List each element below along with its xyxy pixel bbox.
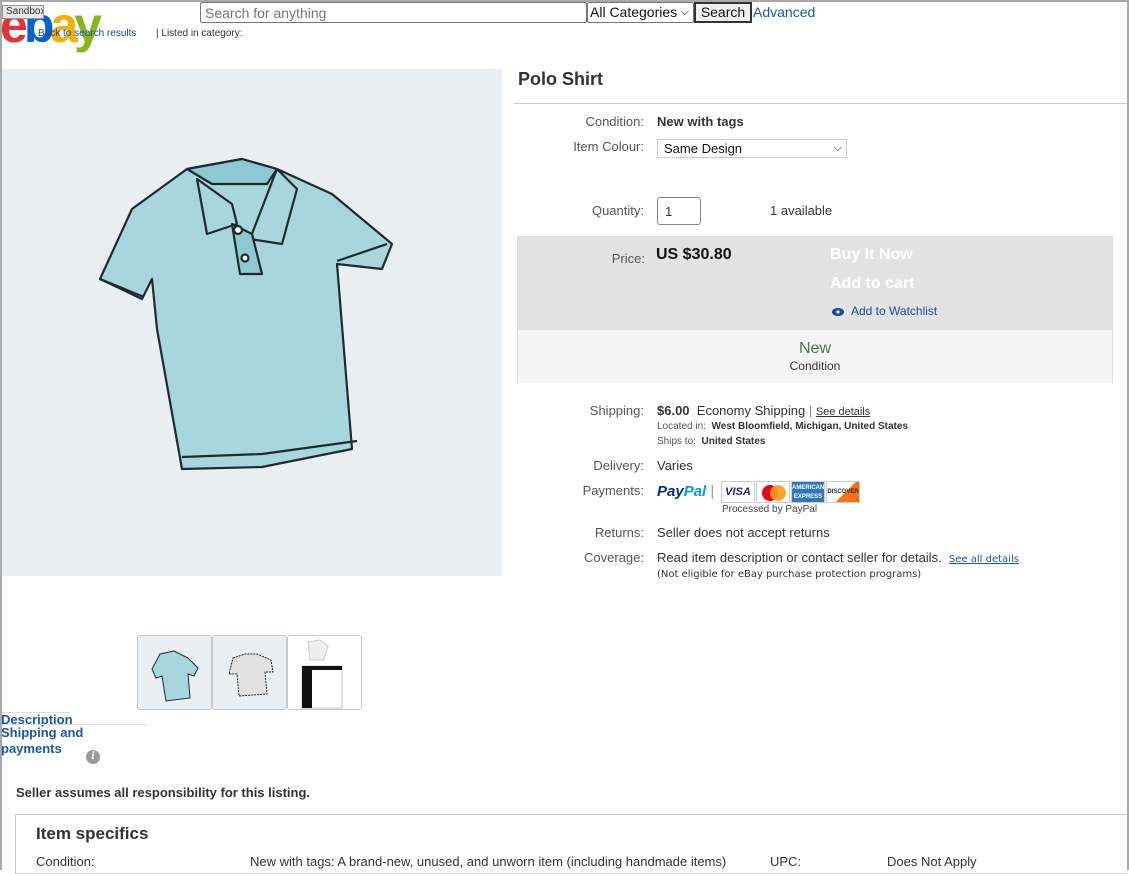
shipping-label: Shipping: [589, 403, 644, 418]
category-select[interactable]: All Categories ⌵ [587, 2, 694, 23]
located-value: West Bloomfield, Michigan, United States [711, 421, 909, 432]
divider [514, 103, 1127, 104]
mastercard-circles [762, 485, 786, 501]
search-input[interactable] [200, 2, 587, 23]
thumb-size-chart-icon [301, 639, 343, 709]
processed-by-paypal: Processed by PayPal [722, 504, 818, 515]
paypal-logo: PayPal | [657, 483, 715, 500]
thumbnail-blue-polo[interactable] [137, 635, 212, 710]
thumb-polo-icon [151, 650, 199, 702]
condition-badge-label: Condition [789, 359, 841, 373]
separator: | [808, 403, 813, 418]
located-in: Located in: West Bloomfield, Michigan, U… [657, 421, 908, 432]
item-price: US $30.80 [656, 246, 732, 263]
add-to-cart-button[interactable]: Add to cart [830, 275, 914, 293]
paypal-pal: Pal [683, 483, 707, 500]
ships-value: United States [701, 436, 766, 447]
item-specifics-panel: Item specifics Condition: New with tags:… [15, 814, 1128, 874]
spec-value: New with tags: A brand-new, unused, and … [250, 854, 727, 869]
see-all-details-link[interactable]: See all details [949, 554, 1019, 565]
shirt-body [98, 157, 394, 471]
eye-icon [832, 307, 844, 316]
delivery-value: Varies [657, 458, 693, 473]
shipping-cost: $6.00 [657, 403, 690, 418]
visa-icon: VISA [721, 481, 755, 503]
mastercard-icon [756, 481, 790, 503]
coverage-value: Read item description or contact seller … [657, 550, 1019, 565]
quantity-available: 1 available [770, 203, 833, 218]
paypal-pay: Pay [657, 483, 684, 500]
ships-to: Ships to: United States [657, 436, 765, 447]
chevron-down-icon: ⌵ [680, 6, 689, 18]
payments-label: Payments: [582, 483, 644, 498]
delivery-label: Delivery: [593, 458, 644, 473]
buy-box-actions: Price: US $30.80 Buy It Now Add to cart … [518, 237, 1112, 330]
condition-value: New with tags [657, 114, 744, 129]
item-title: Polo Shirt [518, 69, 603, 89]
item-colour-select[interactable]: Same Design ⌵ [657, 139, 847, 158]
thumb-tshirt-icon [228, 653, 274, 697]
listed-in-category: | Listed in category: [156, 28, 243, 39]
spec-label: UPC: [770, 854, 802, 869]
located-label: Located in: [657, 421, 706, 432]
polo-shirt-illustration [98, 157, 394, 471]
shipping-summary: $6.00 Economy Shipping | See details [657, 403, 870, 418]
advanced-search-link[interactable]: Advanced [753, 4, 815, 20]
watchlist-label: Add to Watchlist [851, 304, 938, 318]
seller-responsibility-note: Seller assumes all responsibility for th… [16, 785, 311, 800]
returns-label: Returns: [594, 525, 644, 540]
item-colour-label: Item Colour: [573, 139, 644, 154]
spec-label: Condition: [36, 854, 95, 869]
discover-icon: DISCOVER [826, 481, 860, 503]
button-1 [232, 224, 244, 236]
buy-it-now-button[interactable]: Buy It Now [830, 246, 913, 264]
main-product-image[interactable] [2, 69, 502, 576]
tab-shipping-and-payments[interactable]: Shipping and payments [1, 724, 147, 757]
search-button[interactable]: Search [694, 2, 752, 23]
chevron-down-icon: ⌵ [833, 142, 842, 154]
returns-value: Seller does not accept returns [657, 525, 830, 540]
see-details-link[interactable]: See details [816, 406, 870, 418]
back-to-search-link[interactable]: Back to search results [38, 28, 136, 39]
condition-badge: New [798, 340, 831, 357]
item-colour-value: Same Design [664, 141, 743, 156]
logo-letter-a: a [50, 0, 78, 53]
coverage-note: (Not eligible for eBay purchase protecti… [657, 569, 922, 580]
thumbnail-size-chart[interactable] [287, 635, 362, 710]
sandbox-badge: Sandbox [2, 5, 44, 19]
category-select-value: All Categories [590, 4, 678, 20]
amex-icon: AMERICAN EXPRESS [791, 481, 825, 503]
item-specifics-title: Item specifics [36, 824, 149, 843]
logo-letter-y: y [74, 0, 102, 53]
shipping-service: Economy Shipping [696, 403, 806, 418]
ships-label: Ships to: [657, 436, 696, 447]
add-to-watchlist-link[interactable]: Add to Watchlist [832, 304, 937, 318]
quantity-label: Quantity: [591, 203, 644, 218]
coverage-text: Read item description or contact seller … [657, 550, 942, 565]
quantity-input[interactable] [657, 197, 701, 225]
info-icon[interactable]: i [86, 750, 100, 764]
buy-box: Price: US $30.80 Buy It Now Add to cart … [517, 236, 1113, 383]
condition-label: Condition: [585, 114, 644, 129]
button-2 [240, 253, 250, 263]
spec-value: Does Not Apply [887, 854, 977, 869]
thumbnail-grey-tshirt[interactable] [212, 635, 287, 710]
coverage-label: Coverage: [584, 550, 644, 565]
price-label: Price: [611, 251, 645, 266]
